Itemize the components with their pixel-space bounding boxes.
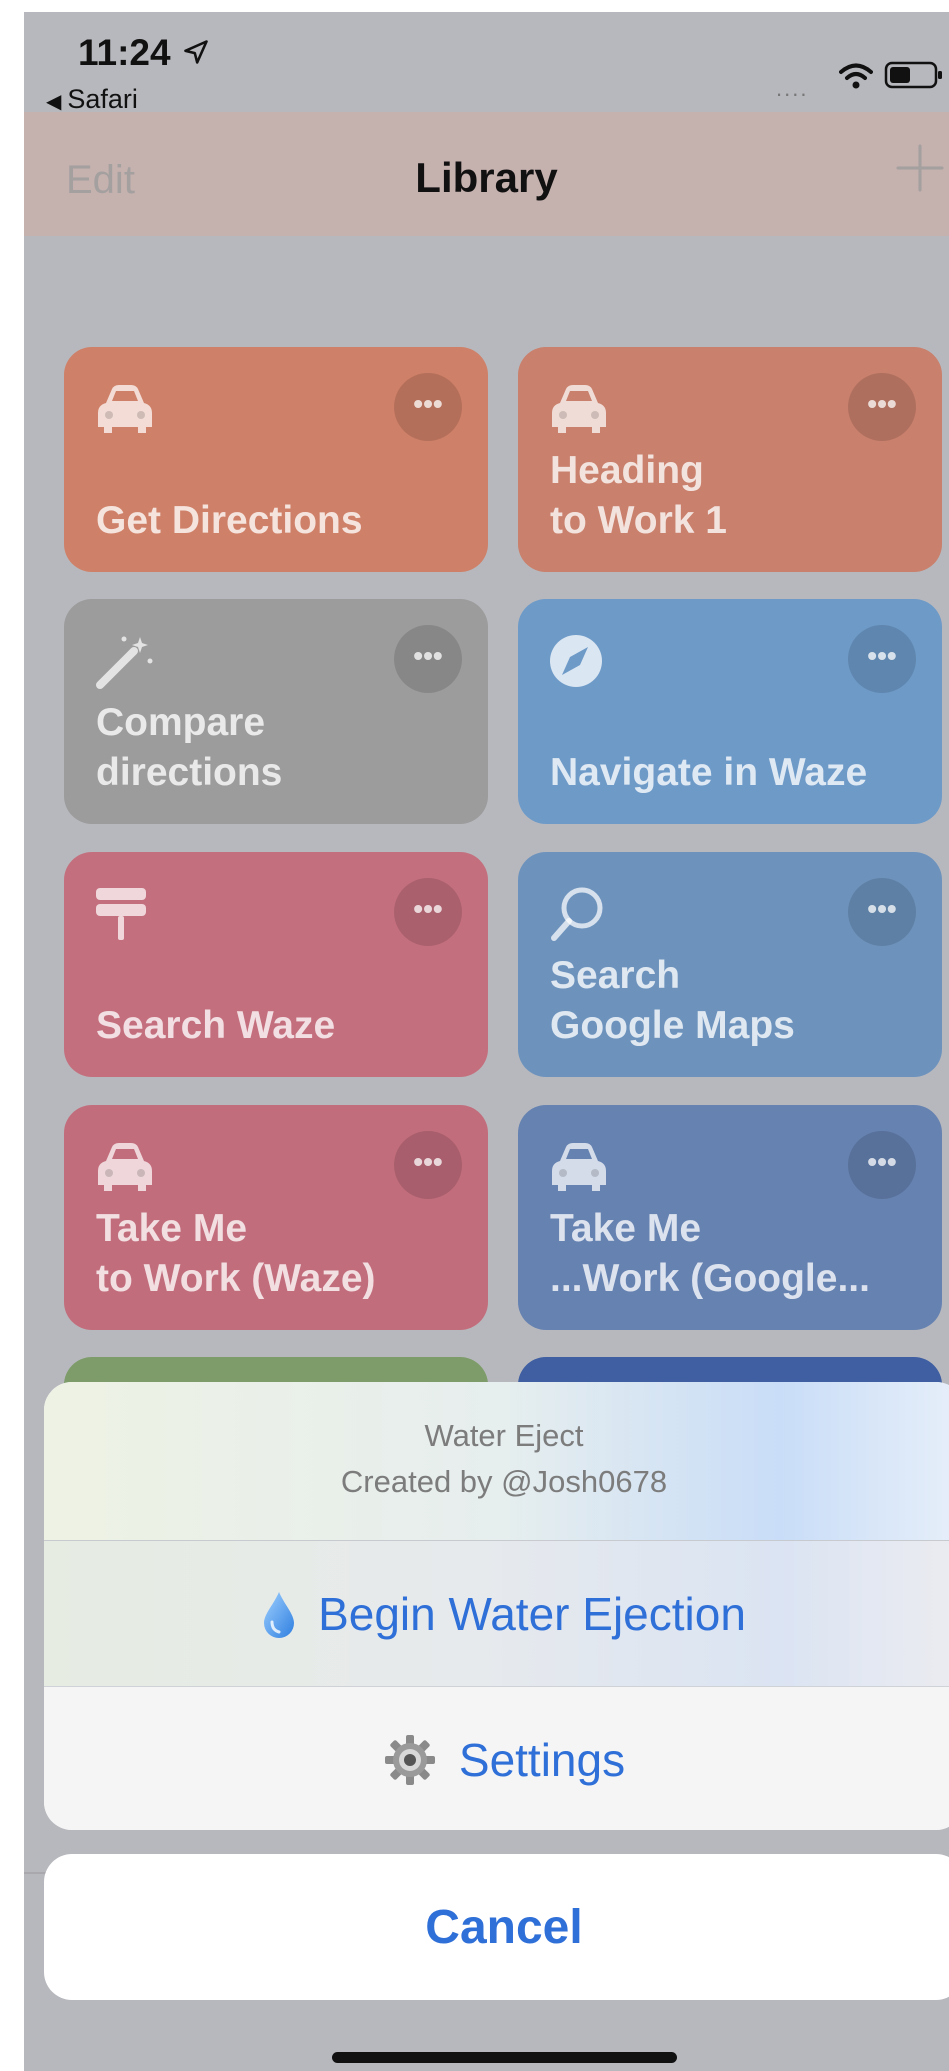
compass-icon (548, 633, 610, 689)
shortcut-tile[interactable]: ••• Search Waze (64, 852, 488, 1077)
cell-signal: .... (776, 76, 809, 101)
more-options-button[interactable]: ••• (394, 373, 462, 441)
more-options-button[interactable]: ••• (394, 1131, 462, 1199)
search-icon (548, 886, 610, 942)
back-triangle-icon: ◀ (46, 91, 62, 113)
more-options-button[interactable]: ••• (848, 1131, 916, 1199)
action-sheet-header: Water Eject Created by @Josh0678 (44, 1382, 949, 1541)
shortcut-tile[interactable]: ••• Take Me ...Work (Google... (518, 1105, 942, 1330)
more-options-button[interactable]: ••• (848, 373, 916, 441)
shortcut-tile-label: Get Directions (96, 499, 363, 542)
page-title: Library (415, 154, 558, 201)
settings-label: Settings (458, 1733, 626, 1786)
shortcut-tile-label: Search Google Maps (550, 954, 795, 1047)
shortcut-tile[interactable]: ••• Navigate in Waze (518, 599, 942, 824)
shortcut-tile-label: Take Me ...Work (Google... (550, 1207, 870, 1300)
settings-button[interactable]: Settings (44, 1687, 949, 1830)
plus-icon[interactable] (894, 142, 946, 194)
back-to-safari[interactable]: ◀ Safari (46, 84, 138, 115)
shortcut-tile-label: Take Me to Work (Waze) (96, 1207, 376, 1300)
car-icon (94, 381, 156, 437)
shortcut-tile[interactable]: ••• Search Google Maps (518, 852, 942, 1077)
shortcut-tile[interactable]: ••• Get Directions (64, 347, 488, 572)
shortcut-tile[interactable]: ••• Compare directions (64, 599, 488, 824)
magic-wand-icon (94, 633, 156, 689)
shortcut-tile[interactable]: ••• Heading to Work 1 (518, 347, 942, 572)
more-options-button[interactable]: ••• (848, 878, 916, 946)
action-sheet-title: Water Eject (424, 1418, 584, 1453)
wifi-icon (839, 63, 873, 89)
action-sheet-subtitle: Created by @Josh0678 (340, 1464, 668, 1499)
location-arrow-icon (184, 40, 208, 64)
shortcut-tile-label: Compare directions (96, 701, 283, 794)
phone-screen: 11:24 ◀Safari .... ...tions (Google...Sh… (24, 12, 949, 2071)
shortcut-tile-label: Search Waze (96, 1004, 336, 1047)
gear-icon (384, 1734, 435, 1785)
car-icon (548, 381, 610, 437)
shortcut-tile-label: Heading to Work 1 (550, 449, 727, 542)
status-time: 11:24 (78, 32, 171, 73)
home-indicator[interactable] (332, 2052, 677, 2063)
shortcut-tile-label: Navigate in Waze (550, 751, 868, 794)
more-options-button[interactable]: ••• (394, 625, 462, 693)
shortcut-tile[interactable]: ••• Take Me to Work (Waze) (64, 1105, 488, 1330)
water-drop-icon (264, 1591, 295, 1638)
signpost-icon (94, 886, 156, 942)
battery-icon (884, 61, 942, 89)
cancel-button[interactable]: Cancel (44, 1854, 949, 2000)
more-options-button[interactable]: ••• (848, 625, 916, 693)
car-icon (94, 1139, 156, 1195)
more-options-button[interactable]: ••• (394, 878, 462, 946)
action-sheet: Water Eject Created by @Josh0678 Begin W… (44, 1382, 949, 1830)
car-icon (548, 1139, 610, 1195)
back-to-safari-label: Safari (67, 84, 138, 114)
begin-water-ejection-button[interactable]: Begin Water Ejection (44, 1541, 949, 1687)
begin-water-ejection-label: Begin Water Ejection (318, 1587, 746, 1640)
